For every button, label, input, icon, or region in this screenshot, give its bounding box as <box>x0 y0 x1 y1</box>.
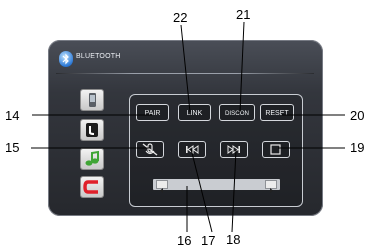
callout-20: 20 <box>350 108 365 123</box>
callout-15: 15 <box>5 140 20 155</box>
callout-21: 21 <box>236 7 251 22</box>
callout-17: 17 <box>201 233 216 248</box>
callout-19: 19 <box>350 140 365 155</box>
callout-14: 14 <box>5 108 20 123</box>
callout-16: 16 <box>177 233 192 248</box>
callout-lines <box>31 21 345 233</box>
callout-18: 18 <box>226 232 241 247</box>
callout-22: 22 <box>173 10 188 25</box>
